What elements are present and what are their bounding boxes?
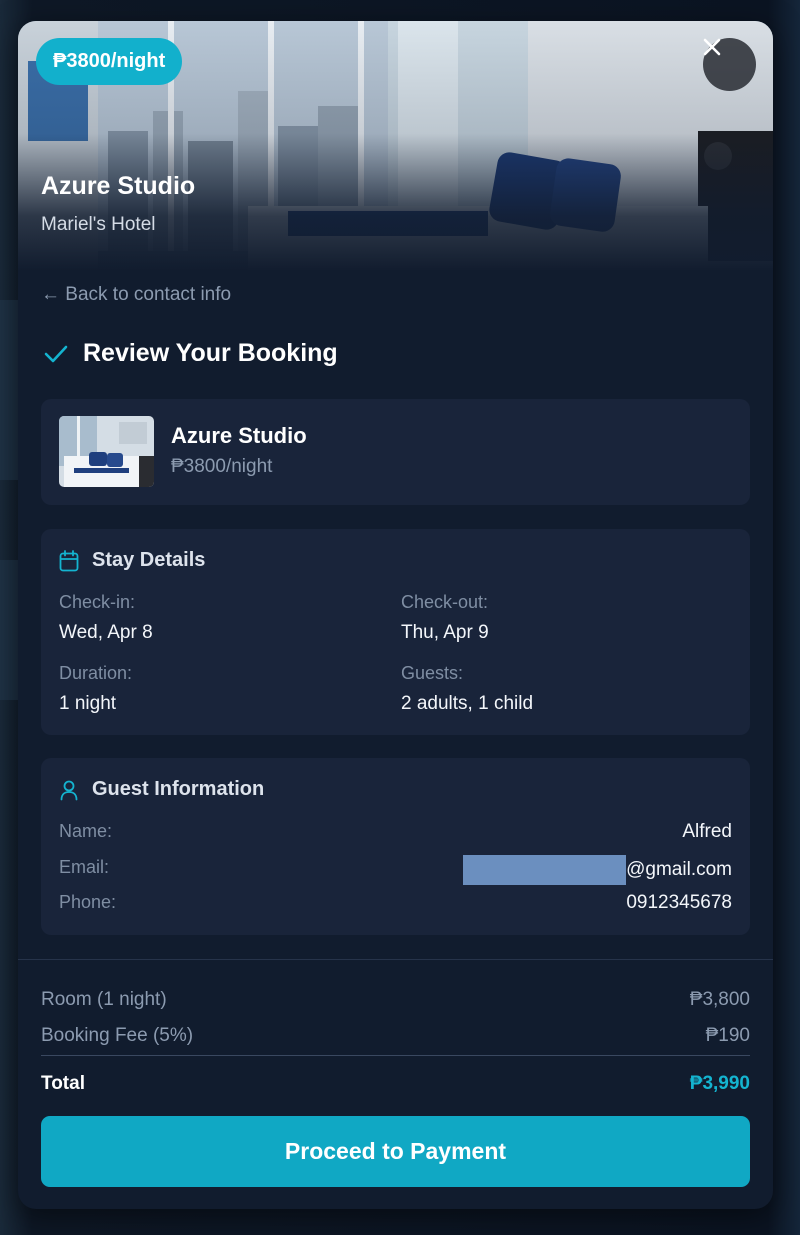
guest-email-value: @gmail.com (463, 855, 732, 885)
email-domain: @gmail.com (626, 859, 732, 880)
total-value: ₱3,990 (689, 1073, 750, 1094)
user-icon (60, 780, 78, 800)
calendar-icon (59, 549, 79, 571)
section-divider (18, 959, 773, 960)
stay-details-card: Stay Details Check-in: Wed, Apr 8 Check-… (41, 529, 750, 735)
booking-modal: ₱3800/night Azure Studio Mariel's Hotel … (18, 21, 773, 1209)
guest-name-label: Name: (59, 821, 113, 841)
guests-value: 2 adults, 1 child (401, 693, 534, 714)
room-price: ₱3800/night (171, 456, 273, 477)
guest-email-label: Email: (59, 857, 110, 877)
guest-phone-value: 0912345678 (626, 892, 732, 913)
checkin-label: Check-in: (59, 592, 136, 612)
proceed-to-payment-button[interactable]: Proceed to Payment (41, 1116, 750, 1187)
hero-image: ₱3800/night Azure Studio Mariel's Hotel (18, 21, 773, 271)
backdrop-shape (0, 300, 18, 480)
guest-info-heading: Guest Information (59, 778, 264, 801)
close-icon (703, 38, 721, 56)
price-badge: ₱3800/night (36, 38, 183, 85)
hotel-name: Mariel's Hotel (41, 214, 156, 235)
guest-info-title: Guest Information (92, 778, 265, 800)
booking-fee-value: ₱190 (705, 1025, 750, 1046)
review-title: Review Your Booking (83, 339, 338, 367)
backdrop-shape (0, 560, 18, 700)
total-label: Total (41, 1073, 85, 1094)
email-redaction (463, 855, 627, 885)
booking-fee-label: Booking Fee (5%) (41, 1025, 194, 1046)
room-name: Azure Studio (171, 423, 307, 448)
check-icon (44, 345, 68, 362)
close-button[interactable] (703, 38, 756, 91)
checkout-value: Thu, Apr 9 (401, 622, 489, 643)
room-summary-card: Azure Studio ₱3800/night (41, 399, 750, 505)
review-heading: Review Your Booking (43, 339, 338, 368)
guest-info-card: Guest Information Name: Alfred Email: @g… (41, 758, 750, 935)
guest-name-value: Alfred (682, 821, 732, 842)
total-divider (41, 1055, 750, 1056)
back-to-contact-link[interactable]: ← Back to contact info (41, 284, 231, 306)
checkin-value: Wed, Apr 8 (59, 622, 153, 643)
checkout-label: Check-out: (401, 592, 489, 612)
guest-phone-label: Phone: (59, 892, 117, 912)
room-thumbnail (59, 416, 154, 487)
stay-details-title: Stay Details (92, 549, 206, 571)
room-cost-value: ₱3,800 (689, 989, 750, 1010)
duration-label: Duration: (59, 663, 133, 683)
duration-value: 1 night (59, 693, 117, 714)
guests-label: Guests: (401, 663, 464, 683)
stay-details-heading: Stay Details (59, 549, 205, 572)
room-cost-label: Room (1 night) (41, 989, 167, 1010)
hotel-room-title: Azure Studio (41, 172, 196, 200)
